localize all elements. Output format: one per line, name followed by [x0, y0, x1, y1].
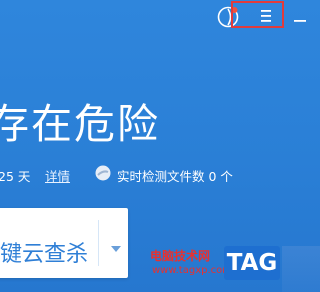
chevron-down-icon[interactable]: [111, 246, 121, 252]
scan-button-divider: [98, 220, 99, 266]
minimize-icon[interactable]: [291, 8, 309, 26]
scan-button[interactable]: 键云查杀: [0, 208, 128, 278]
watermark: 电脑技术网 www.tagxp.com TAG: [150, 246, 320, 292]
detail-link[interactable]: 详情: [45, 166, 70, 185]
realtime-status-text: 实时检测文件数 0 个: [117, 169, 233, 184]
realtime-protection-icon: [94, 164, 112, 182]
title-bar: [0, 0, 320, 36]
watermark-tag-logo: TAG: [224, 246, 280, 280]
highlight-annotation-box: [231, 1, 284, 28]
watermark-background: [282, 246, 320, 292]
scan-button-label: 键云查杀: [0, 242, 89, 267]
watermark-url: www.tagxp.com: [152, 265, 232, 276]
status-headline: 存在危险: [0, 100, 160, 148]
watermark-site-name: 电脑技术网: [150, 249, 211, 263]
days-text: 25 天: [0, 169, 31, 184]
